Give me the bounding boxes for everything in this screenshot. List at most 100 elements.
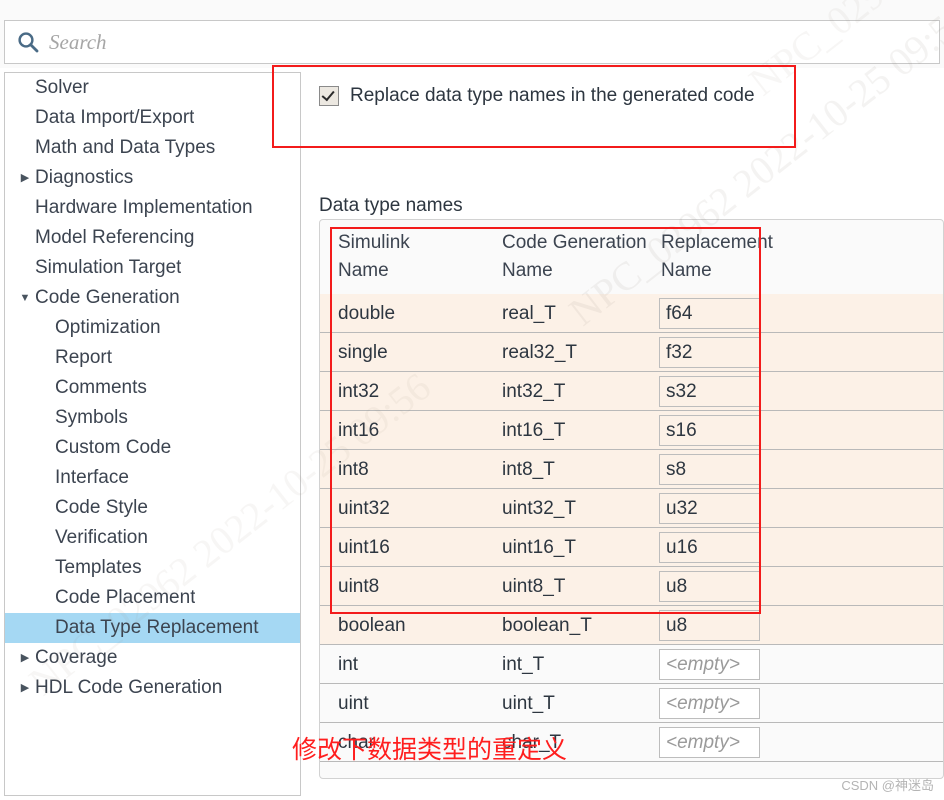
cell-replacement-name-input[interactable]: u32 xyxy=(659,493,760,524)
cell-codegen-name: int_T xyxy=(502,653,545,675)
search-input[interactable]: Search xyxy=(4,20,940,64)
cell-replacement-name-input[interactable]: <empty> xyxy=(659,727,760,758)
table-row[interactable]: uint16 uint16_T u16 xyxy=(320,528,943,567)
replace-data-type-names-label: Replace data type names in the generated… xyxy=(350,85,755,106)
table-row[interactable]: boolean boolean_T u8 xyxy=(320,606,943,645)
sidebar-item-custom-code[interactable]: Custom Code xyxy=(5,433,300,463)
sidebar-item-solver[interactable]: Solver xyxy=(5,73,300,103)
sidebar-item-hdl-code-generation[interactable]: ▶ HDL Code Generation xyxy=(5,673,300,703)
sidebar-item-interface[interactable]: Interface xyxy=(5,463,300,493)
cell-replacement-name-input[interactable]: s8 xyxy=(659,454,760,485)
sidebar-item-code-generation[interactable]: ▼ Code Generation xyxy=(5,283,300,313)
search-bar: Search xyxy=(0,0,944,68)
sidebar-item-label: Code Style xyxy=(55,497,148,518)
cell-codegen-name: uint32_T xyxy=(502,497,576,519)
cell-replacement-name-input[interactable]: u8 xyxy=(659,610,760,641)
table-row[interactable]: single real32_T f32 xyxy=(320,333,943,372)
cell-replacement-name-input[interactable]: <empty> xyxy=(659,649,760,680)
cell-replacement-name-input[interactable]: u8 xyxy=(659,571,760,602)
cell-replacement-name-input[interactable]: s32 xyxy=(659,376,760,407)
cell-codegen-name: uint_T xyxy=(502,692,555,714)
column-header-simulink-line2: Name xyxy=(338,260,389,281)
annotation-note: 修改下数据类型的重定义 xyxy=(292,735,568,764)
sidebar-item-label: Optimization xyxy=(55,317,161,338)
sidebar-item-model-referencing[interactable]: Model Referencing xyxy=(5,223,300,253)
sidebar-item-diagnostics[interactable]: ▶ Diagnostics xyxy=(5,163,300,193)
cell-codegen-name: uint16_T xyxy=(502,536,576,558)
column-header-simulink-name: Simulink Name xyxy=(338,229,410,285)
sidebar-item-coverage[interactable]: ▶ Coverage xyxy=(5,643,300,673)
cell-simulink-name: uint xyxy=(338,692,369,714)
sidebar-item-label: Coverage xyxy=(35,647,118,668)
replace-data-type-names-checkbox[interactable] xyxy=(319,86,339,106)
sidebar-item-label: Simulation Target xyxy=(35,257,182,278)
table-row[interactable]: int int_T <empty> xyxy=(320,645,943,684)
cell-codegen-name: boolean_T xyxy=(502,614,592,636)
cell-simulink-name: uint8 xyxy=(338,575,380,597)
sidebar-item-label: Data Type Replacement xyxy=(55,617,259,638)
chevron-right-icon[interactable]: ▶ xyxy=(15,172,35,184)
data-type-names-table: Simulink Name Code Generation Name Repla… xyxy=(319,219,944,779)
table-row[interactable]: int32 int32_T s32 xyxy=(320,372,943,411)
sidebar-item-report[interactable]: Report xyxy=(5,343,300,373)
sidebar-item-code-style[interactable]: Code Style xyxy=(5,493,300,523)
chevron-right-icon[interactable]: ▶ xyxy=(15,652,35,664)
sidebar-item-label: Math and Data Types xyxy=(35,137,216,158)
cell-simulink-name: int16 xyxy=(338,419,380,441)
column-header-replacement-line2: Name xyxy=(661,260,712,281)
cell-replacement-name-input[interactable]: s16 xyxy=(659,415,760,446)
sidebar-item-label: Diagnostics xyxy=(35,167,134,188)
sidebar-item-simulation-target[interactable]: Simulation Target xyxy=(5,253,300,283)
table-body: double real_T f64 single real32_T f32 int32 int… xyxy=(320,294,943,762)
table-row[interactable]: int16 int16_T s16 xyxy=(320,411,943,450)
cell-replacement-name-input[interactable]: f32 xyxy=(659,337,760,368)
cell-codegen-name: int32_T xyxy=(502,380,566,402)
sidebar-item-code-placement[interactable]: Code Placement xyxy=(5,583,300,613)
column-header-codegen-line2: Name xyxy=(502,260,553,281)
sidebar-item-comments[interactable]: Comments xyxy=(5,373,300,403)
sidebar-item-label: Hardware Implementation xyxy=(35,197,253,218)
column-header-codegen-line1: Code Generation xyxy=(502,232,647,253)
cell-simulink-name: double xyxy=(338,302,396,324)
cell-simulink-name: uint32 xyxy=(338,497,390,519)
sidebar-item-data-import-export[interactable]: Data Import/Export xyxy=(5,103,300,133)
cell-replacement-name-input[interactable]: <empty> xyxy=(659,688,760,719)
replace-data-type-names-checkbox-row[interactable]: Replace data type names in the generated… xyxy=(319,85,755,107)
cell-codegen-name: real_T xyxy=(502,302,556,324)
data-type-names-label: Data type names xyxy=(319,195,463,216)
table-row[interactable]: int8 int8_T s8 xyxy=(320,450,943,489)
cell-codegen-name: int16_T xyxy=(502,419,566,441)
sidebar-item-label: Code Generation xyxy=(35,287,180,308)
table-row[interactable]: double real_T f64 xyxy=(320,294,943,333)
sidebar-item-label: Custom Code xyxy=(55,437,172,458)
sidebar-item-label: Solver xyxy=(35,77,89,98)
sidebar-item-hardware-implementation[interactable]: Hardware Implementation xyxy=(5,193,300,223)
sidebar-item-verification[interactable]: Verification xyxy=(5,523,300,553)
check-icon xyxy=(321,87,335,101)
cell-codegen-name: real32_T xyxy=(502,341,577,363)
column-header-replacement-line1: Replacement xyxy=(661,232,773,253)
table-row[interactable]: uint uint_T <empty> xyxy=(320,684,943,723)
sidebar-item-math-and-data-types[interactable]: Math and Data Types xyxy=(5,133,300,163)
table-row[interactable]: uint8 uint8_T u8 xyxy=(320,567,943,606)
sidebar-item-label: Data Import/Export xyxy=(35,107,195,128)
cell-replacement-name-input[interactable]: u16 xyxy=(659,532,760,563)
cell-simulink-name: boolean xyxy=(338,614,406,636)
table-row[interactable]: uint32 uint32_T u32 xyxy=(320,489,943,528)
cell-codegen-name: int8_T xyxy=(502,458,555,480)
cell-simulink-name: uint16 xyxy=(338,536,390,558)
cell-simulink-name: int xyxy=(338,653,359,675)
sidebar-item-label: Comments xyxy=(55,377,147,398)
search-icon xyxy=(13,27,43,57)
chevron-down-icon[interactable]: ▼ xyxy=(15,292,35,304)
csdn-watermark: CSDN @神迷岛 xyxy=(841,778,934,793)
cell-replacement-name-input[interactable]: f64 xyxy=(659,298,760,329)
cell-simulink-name: single xyxy=(338,341,388,363)
sidebar-item-templates[interactable]: Templates xyxy=(5,553,300,583)
chevron-right-icon[interactable]: ▶ xyxy=(15,682,35,694)
sidebar-item-data-type-replacement[interactable]: Data Type Replacement xyxy=(5,613,300,643)
sidebar-item-optimization[interactable]: Optimization xyxy=(5,313,300,343)
settings-tree-panel[interactable]: Solver Data Import/Export Math and Data Ty… xyxy=(4,72,301,796)
sidebar-item-symbols[interactable]: Symbols xyxy=(5,403,300,433)
column-header-replacement-name: Replacement Name xyxy=(661,229,773,285)
